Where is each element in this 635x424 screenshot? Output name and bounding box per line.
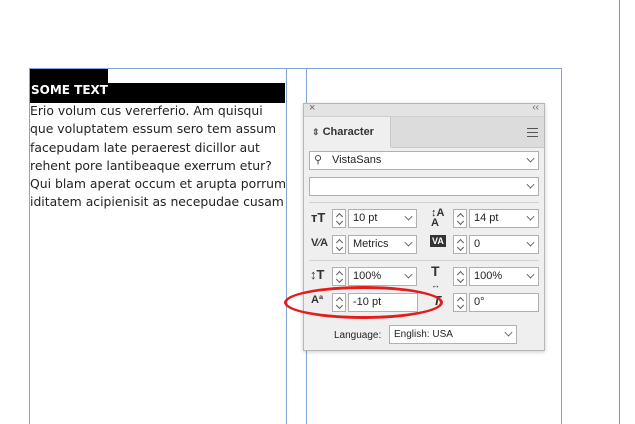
tracking-icon: VA bbox=[430, 235, 446, 247]
chevron-down-icon bbox=[526, 238, 535, 247]
leading-stepper[interactable] bbox=[453, 209, 467, 228]
skew-stepper[interactable] bbox=[453, 293, 467, 312]
vertical-scale-value: 100% bbox=[353, 270, 382, 282]
tab-strip bbox=[391, 117, 544, 148]
leading-icon: ↕A A bbox=[431, 207, 445, 229]
divider bbox=[309, 260, 539, 261]
body-line: Erio volum cus vererferio. Am quisqui bbox=[30, 103, 263, 118]
vertical-scale-icon: ↕T bbox=[310, 267, 325, 282]
panel-title-strip: × ‹‹ bbox=[304, 102, 544, 117]
close-icon[interactable]: × bbox=[309, 102, 315, 114]
font-size-field[interactable]: 10 pt bbox=[348, 209, 417, 228]
tab-arrows-icon: ⇕ bbox=[312, 127, 320, 137]
kerning-icon: V⁄A bbox=[311, 237, 329, 249]
guide-column-1 bbox=[286, 68, 287, 424]
heading-text[interactable]: SOME TEXT bbox=[30, 83, 285, 103]
font-size-stepper[interactable] bbox=[332, 209, 346, 228]
divider bbox=[309, 202, 539, 203]
panel-menu-icon[interactable] bbox=[527, 128, 538, 137]
language-value: English: USA bbox=[394, 329, 453, 340]
tab-label: Character bbox=[322, 126, 374, 138]
language-label: Language: bbox=[334, 330, 382, 341]
search-icon: ⚲ bbox=[314, 154, 323, 166]
font-style-select[interactable] bbox=[309, 177, 539, 196]
chevron-down-icon bbox=[526, 180, 535, 189]
font-size-value: 10 pt bbox=[353, 212, 378, 224]
font-size-icon: ᴛT bbox=[311, 210, 326, 225]
body-line: facepudam late peraerest dicillor aut bbox=[30, 139, 260, 155]
highlight-ellipse bbox=[284, 286, 443, 319]
tracking-field[interactable]: 0 bbox=[469, 235, 539, 254]
chevron-down-icon bbox=[404, 270, 413, 279]
guide-right bbox=[561, 68, 562, 424]
chevron-down-icon bbox=[404, 212, 413, 221]
language-select[interactable]: English: USA bbox=[389, 325, 517, 344]
chevron-down-icon bbox=[504, 328, 513, 337]
kerning-value: Metrics bbox=[353, 238, 389, 250]
leading-field[interactable]: 14 pt bbox=[469, 209, 539, 228]
tab-character[interactable]: ⇕ Character bbox=[304, 117, 391, 147]
tracking-stepper[interactable] bbox=[453, 235, 467, 254]
kerning-stepper[interactable] bbox=[332, 235, 346, 254]
horizontal-scale-stepper[interactable] bbox=[453, 267, 467, 286]
body-line: iditatem acipienisit as necepudae cusam bbox=[30, 194, 284, 210]
tracking-value: 0 bbox=[474, 238, 481, 250]
font-family-value: VistaSans bbox=[332, 154, 382, 166]
chevron-down-icon bbox=[526, 270, 535, 279]
horizontal-scale-value: 100% bbox=[474, 270, 503, 282]
font-family-select[interactable]: ⚲ VistaSans bbox=[309, 151, 539, 170]
body-line: Qui blam aperat occum et arupta porrum bbox=[30, 176, 286, 192]
vertical-scale-stepper[interactable] bbox=[332, 267, 346, 286]
collapse-icon[interactable]: ‹‹ bbox=[532, 102, 539, 113]
guide-top bbox=[30, 68, 562, 69]
kerning-field[interactable]: Metrics bbox=[348, 235, 417, 254]
chevron-down-icon bbox=[526, 154, 535, 163]
horizontal-scale-icon: T ↔ bbox=[431, 263, 440, 290]
chevron-down-icon bbox=[404, 238, 413, 247]
leading-value: 14 pt bbox=[474, 212, 499, 224]
guide-bleed bbox=[619, 0, 620, 424]
heading-highlight-bar bbox=[30, 69, 108, 83]
body-line: rehent pore lantibeaque exerrum etur? bbox=[30, 157, 272, 173]
chevron-down-icon bbox=[526, 212, 535, 221]
skew-value: 0° bbox=[474, 296, 485, 308]
skew-field[interactable]: 0° bbox=[469, 293, 539, 312]
body-line: que voluptatem essum sero tem assum bbox=[30, 121, 277, 137]
vertical-scale-field[interactable]: 100% bbox=[348, 267, 417, 286]
horizontal-scale-field[interactable]: 100% bbox=[469, 267, 539, 286]
body-text-frame[interactable]: Erio volum cus vererferio. Am quisqui qu… bbox=[30, 102, 286, 212]
